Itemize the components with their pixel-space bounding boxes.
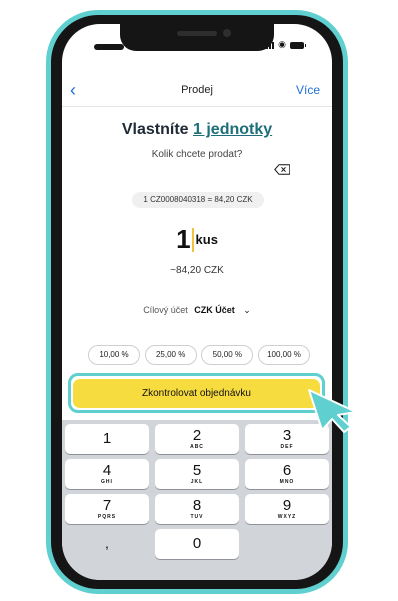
account-value: CZK Účet bbox=[194, 305, 235, 315]
holdings-units-link[interactable]: 1 jednotky bbox=[193, 121, 272, 138]
phone-notch bbox=[120, 24, 274, 51]
account-label: Cílový účet bbox=[143, 305, 188, 315]
key-2[interactable]: 2 ABC bbox=[155, 424, 239, 454]
key-7[interactable]: 7 PQRS bbox=[65, 494, 149, 524]
phone-body: ◉ ‹ Prodej Více Vlastníte 1 jednotky Kol… bbox=[51, 15, 343, 589]
key-digit: , bbox=[105, 535, 109, 551]
holdings-heading-prefix: Vlastníte bbox=[121, 121, 193, 138]
key-letters: PQRS bbox=[97, 514, 117, 520]
speaker-grille bbox=[177, 31, 217, 36]
phone-screen: ◉ ‹ Prodej Více Vlastníte 1 jednotky Kol… bbox=[62, 24, 332, 580]
status-time bbox=[94, 44, 124, 50]
key-digit: 6 bbox=[282, 462, 292, 479]
key-digit: 4 bbox=[102, 462, 112, 479]
percent-button-10[interactable]: 10,00 % bbox=[88, 345, 140, 365]
quantity-unit: kus bbox=[195, 232, 218, 247]
key-6[interactable]: 6 MNO bbox=[245, 459, 329, 489]
sell-question: Kolik chcete prodat? bbox=[151, 149, 243, 160]
status-icons: ◉ bbox=[263, 39, 306, 49]
key-8[interactable]: 8 TUV bbox=[155, 494, 239, 524]
holdings-heading: Vlastníte 1 jednotky bbox=[62, 121, 332, 139]
more-button[interactable]: Více bbox=[296, 83, 320, 97]
percent-button-50[interactable]: 50,00 % bbox=[201, 345, 254, 365]
numeric-keypad: 1 2 ABC 3 DEF 4 GHI 5 JKL 6 MNO 7 PQRS 8 TUV 9W… bbox=[62, 420, 332, 580]
wifi-icon: ◉ bbox=[278, 39, 286, 49]
target-account-selector[interactable]: Cílový účet CZK Účet ⌄ bbox=[62, 305, 332, 316]
pointer-cursor-icon bbox=[308, 389, 357, 433]
key-digit: 7 bbox=[102, 497, 112, 514]
backspace-icon[interactable] bbox=[274, 164, 290, 175]
battery-icon bbox=[290, 42, 306, 49]
key-letters: JKL bbox=[190, 479, 204, 485]
key-5[interactable]: 5 JKL bbox=[155, 459, 239, 489]
text-cursor bbox=[191, 227, 194, 252]
key-letters: GHI bbox=[101, 479, 113, 485]
phone-frame-highlight: ◉ ‹ Prodej Více Vlastníte 1 jednotky Kol… bbox=[46, 10, 348, 594]
key-digit: 1 bbox=[102, 430, 112, 447]
nav-divider bbox=[62, 106, 332, 107]
key-digit: 8 bbox=[192, 497, 202, 514]
chevron-down-icon: ⌄ bbox=[243, 305, 251, 315]
navigation-bar: ‹ Prodej Více bbox=[62, 80, 332, 102]
key-1[interactable]: 1 bbox=[65, 424, 149, 454]
key-letters: MNO bbox=[279, 479, 295, 485]
percent-buttons: 10,00 % 25,00 % 50,00 % 100,00 % bbox=[88, 345, 310, 365]
key-digit: 9 bbox=[282, 497, 292, 514]
quantity-value: 1 bbox=[176, 224, 191, 254]
percent-button-100[interactable]: 100,00 % bbox=[257, 345, 310, 365]
key-4[interactable]: 4 GHI bbox=[65, 459, 149, 489]
key-letters: DEF bbox=[280, 444, 294, 450]
key-digit: 0 bbox=[192, 535, 202, 552]
percent-button-25[interactable]: 25,00 % bbox=[144, 345, 197, 365]
price-info-badge: 1 CZ0008040318 = 84,20 CZK bbox=[132, 192, 264, 208]
key-comma[interactable]: , bbox=[65, 529, 149, 559]
key-letters: TUV bbox=[190, 514, 204, 520]
key-9[interactable]: 9 WXYZ bbox=[245, 494, 329, 524]
key-digit: 5 bbox=[192, 462, 202, 479]
front-camera bbox=[223, 29, 231, 37]
approx-value: ~84,20 CZK bbox=[170, 265, 224, 276]
page-title: Prodej bbox=[181, 84, 213, 96]
review-order-button[interactable]: Zkontrolovat objednávku bbox=[73, 379, 320, 408]
key-digit: 2 bbox=[192, 427, 202, 444]
key-0[interactable]: 0 bbox=[155, 529, 239, 559]
key-letters: ABC bbox=[190, 444, 204, 450]
quantity-input[interactable]: 1 kus bbox=[62, 224, 332, 255]
key-letters: WXYZ bbox=[277, 514, 297, 520]
signal-icon bbox=[263, 42, 275, 49]
